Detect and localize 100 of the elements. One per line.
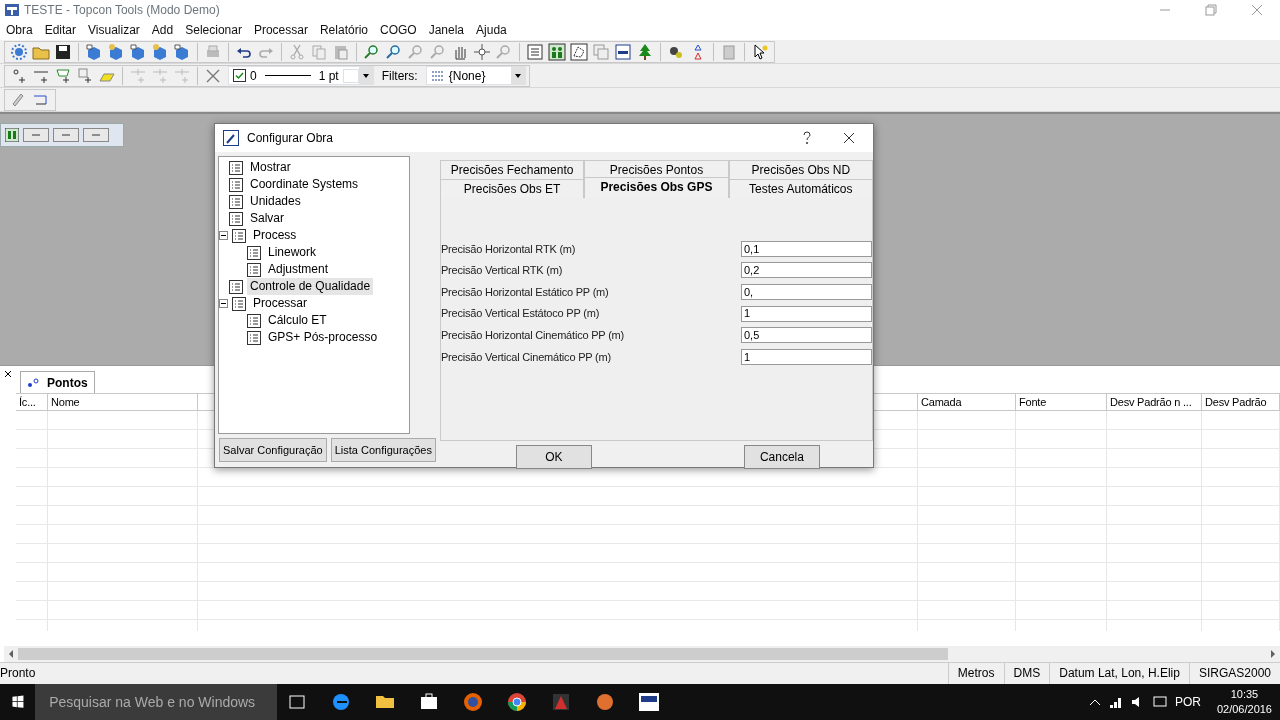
column-header[interactable]: Camada xyxy=(918,393,1016,411)
clipboard-icon[interactable] xyxy=(720,42,738,61)
filter-list-icon xyxy=(430,69,445,82)
input-field[interactable]: 1 xyxy=(741,348,872,365)
collapse-icon[interactable] xyxy=(219,231,228,240)
filters-label: Filters: xyxy=(381,67,418,85)
tree-item[interactable]: Unidades xyxy=(247,193,304,210)
menu-item[interactable]: COGO xyxy=(374,20,423,40)
checkbox[interactable] xyxy=(233,69,246,82)
menu-item[interactable]: Editar xyxy=(38,20,83,40)
column-header[interactable]: Desv Padrão n ... xyxy=(1107,393,1202,411)
field-label: Precisão Horizontal RTK (m) xyxy=(440,241,576,257)
gear-icon[interactable] xyxy=(10,42,28,61)
tree-item[interactable]: Salvar xyxy=(247,210,287,227)
cube-icon[interactable] xyxy=(173,42,191,61)
field-label: Precisão Horizontal Estático PP (m) xyxy=(440,284,609,300)
menu-item[interactable]: Obra xyxy=(0,20,39,40)
horizontal-scrollbar[interactable] xyxy=(4,646,1280,662)
tab[interactable]: Precisões Obs ET xyxy=(439,179,585,198)
column-header[interactable]: Desv Padrão xyxy=(1202,393,1280,411)
minimize-icon[interactable] xyxy=(23,128,49,142)
input-field[interactable]: 1 xyxy=(741,305,872,322)
node-icon[interactable] xyxy=(173,66,191,85)
edit-node-icon[interactable] xyxy=(76,66,94,85)
clock[interactable]: 10:35 02/06/2016 xyxy=(1216,687,1272,717)
column-header[interactable]: Fonte xyxy=(1016,393,1107,411)
cancel-button[interactable]: Cancela xyxy=(743,445,820,469)
menu-item[interactable]: Add xyxy=(145,20,180,40)
people-icon[interactable] xyxy=(548,42,566,61)
restore-icon[interactable] xyxy=(53,128,79,142)
minimized-window[interactable] xyxy=(0,123,124,147)
cube-icon[interactable] xyxy=(151,42,169,61)
point-add-icon[interactable] xyxy=(10,66,28,85)
tab[interactable]: Precisões Fechamento xyxy=(439,160,585,179)
wrench-icon xyxy=(223,130,239,146)
list-icon xyxy=(229,160,243,175)
menu-item[interactable]: Ajuda xyxy=(470,20,513,40)
tree-item[interactable]: GPS+ Pós-processo xyxy=(265,329,381,346)
list-icon xyxy=(229,279,243,294)
ok-button[interactable]: OK xyxy=(515,445,592,469)
bars-icon[interactable] xyxy=(614,42,632,61)
help-icon[interactable] xyxy=(801,131,813,145)
node-icon[interactable] xyxy=(151,66,169,85)
dialog-title: Configurar Obra xyxy=(247,130,334,147)
tab[interactable]: Precisões Obs ND xyxy=(728,160,873,179)
zoom-in-icon[interactable] xyxy=(363,42,381,61)
field-label: Precisão Vertical RTK (m) xyxy=(440,263,563,279)
network-icon[interactable] xyxy=(1108,695,1123,709)
search-field[interactable]: Pesquisar na Web e no Windows xyxy=(35,684,277,720)
chevron-up-icon[interactable] xyxy=(1088,697,1101,707)
move-icon[interactable] xyxy=(473,42,491,61)
help-cursor-icon[interactable] xyxy=(751,42,769,61)
tree-item[interactable]: Process xyxy=(250,227,300,244)
menu-item[interactable]: Selecionar xyxy=(179,20,248,40)
close-icon[interactable] xyxy=(4,370,12,378)
people-icon xyxy=(5,128,19,142)
menu-item[interactable]: Processar xyxy=(247,20,314,40)
list-icon[interactable] xyxy=(526,42,544,61)
column-header[interactable]: Nome xyxy=(48,393,198,411)
menu-item[interactable]: Relatório xyxy=(313,20,374,40)
save-icon[interactable] xyxy=(54,42,72,61)
points-tab[interactable]: Pontos xyxy=(20,371,95,393)
polygon-icon[interactable] xyxy=(570,42,588,61)
language-indicator[interactable]: POR xyxy=(1174,693,1201,711)
list-icon xyxy=(247,245,261,260)
magnifier-icon[interactable] xyxy=(429,42,447,61)
collapse-icon[interactable] xyxy=(219,299,228,308)
settings-button[interactable]: Salvar Configuração xyxy=(219,438,327,462)
tree-item[interactable]: Cálculo ET xyxy=(265,312,330,329)
list-icon xyxy=(229,177,243,192)
tree-item[interactable]: Controle de Qualidade xyxy=(247,278,374,295)
window-title: TESTE - Topcon Tools (Modo Demo) xyxy=(24,2,220,19)
area-add-icon[interactable] xyxy=(54,66,72,85)
list-icon xyxy=(247,313,261,328)
tree-item[interactable]: Linework xyxy=(265,244,320,261)
tree-item[interactable]: Adjustment xyxy=(265,261,332,278)
field-label: Precisão Vertical Estátoco PP (m) xyxy=(440,306,600,322)
input-field[interactable]: 0,1 xyxy=(741,240,872,257)
tab[interactable]: Testes Automáticos xyxy=(728,179,873,198)
tree-item[interactable]: Coordinate Systems xyxy=(247,176,362,193)
tree-icon[interactable] xyxy=(636,42,654,61)
menu-item[interactable]: Visualizar xyxy=(82,20,146,40)
input-field[interactable]: 0, xyxy=(741,284,872,300)
list-icon xyxy=(247,262,261,277)
message-icon[interactable] xyxy=(1152,695,1167,709)
filter-dropdown[interactable]: {None} xyxy=(425,66,526,85)
tree-item[interactable]: Mostrar xyxy=(247,159,294,176)
line-style-dropdown[interactable]: 0 1 pt xyxy=(228,66,374,85)
input-field[interactable]: 0,5 xyxy=(741,327,872,344)
field-label: Precisão Horizontal Cinemático PP (m) xyxy=(440,327,625,343)
input-field[interactable]: 0,2 xyxy=(741,262,872,279)
cube-icon[interactable] xyxy=(85,42,103,61)
tab[interactable]: Precisões Obs GPS xyxy=(584,177,729,198)
cube-icon[interactable] xyxy=(129,42,147,61)
settings-button[interactable]: Lista Configurações xyxy=(330,438,436,462)
node-icon[interactable] xyxy=(129,66,147,85)
zoom-out-icon[interactable] xyxy=(385,42,403,61)
menu-item[interactable]: Janela xyxy=(422,20,471,40)
cube-icon[interactable] xyxy=(107,42,125,61)
tree-item[interactable]: Processar xyxy=(250,295,311,312)
